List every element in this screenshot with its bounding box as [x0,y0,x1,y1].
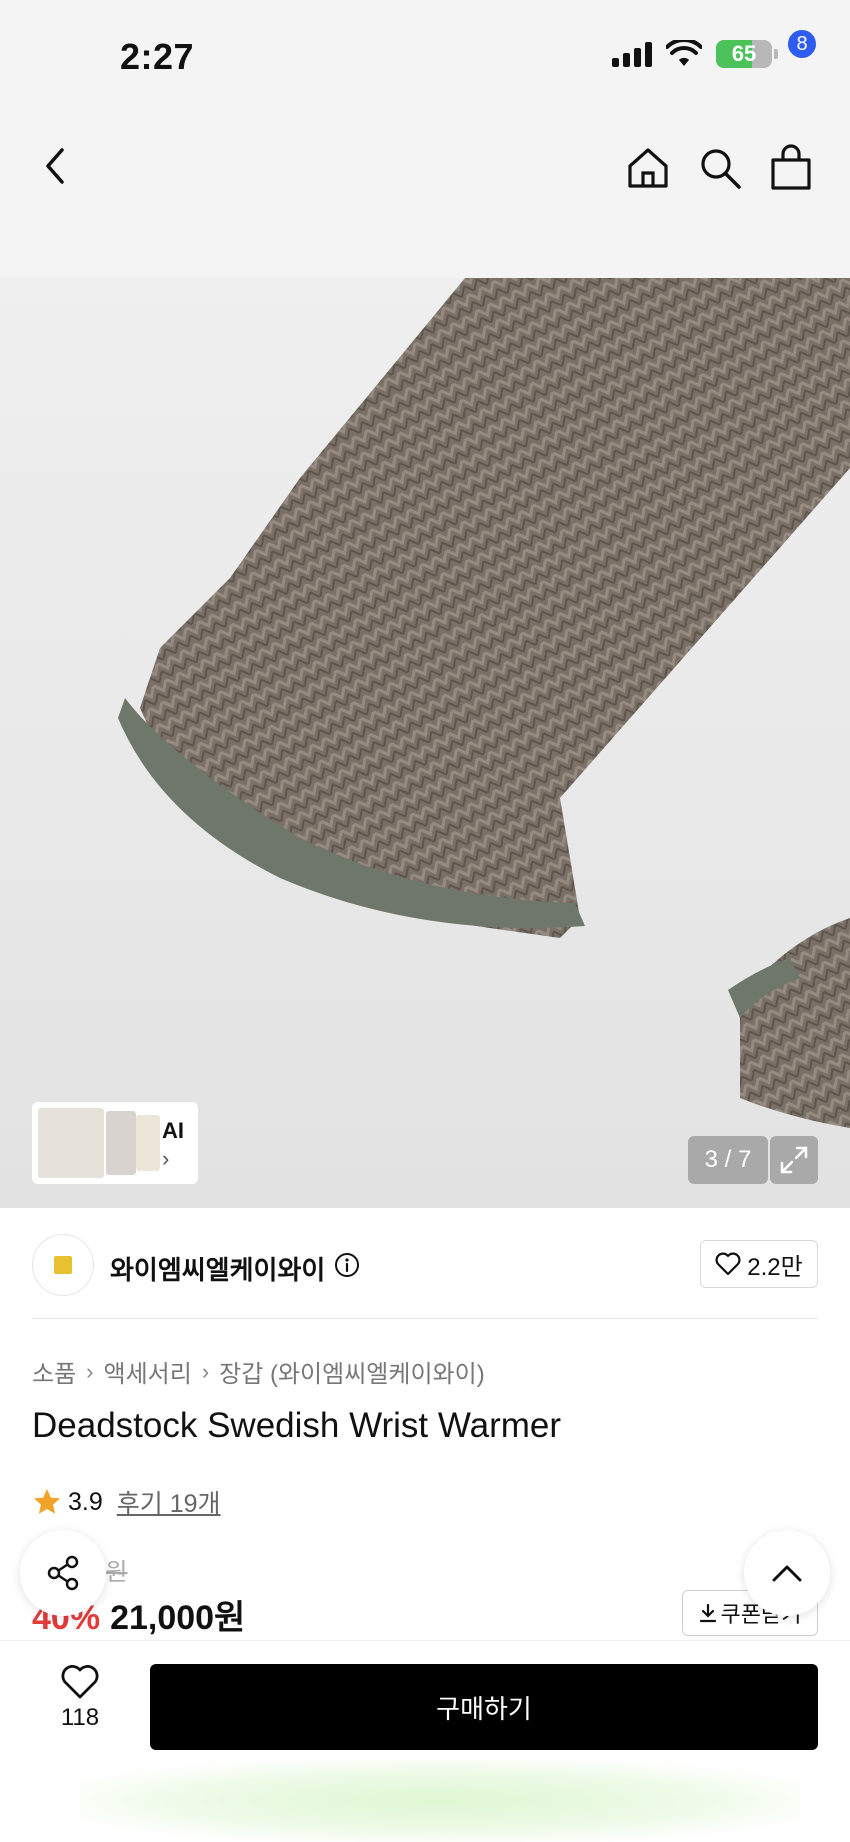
heart-icon [61,1665,99,1699]
thumbnail-item [136,1115,160,1171]
sale-price: 21,000원 [110,1599,246,1637]
search-icon[interactable] [698,146,742,190]
arrow-up-icon [772,1565,802,1582]
wifi-icon [666,40,702,66]
seller-row: 와이엠씨엘케이와이 2.2만 [0,1208,850,1318]
image-pager: 3 / 7 [688,1136,768,1184]
seller-logo-mark [54,1256,72,1274]
breadcrumb-separator: › [86,1358,94,1384]
breadcrumb-item-gloves[interactable]: 장갑 (와이엠씨엘케이와이) [219,1354,485,1389]
scroll-top-button[interactable] [744,1530,830,1616]
breadcrumb: 소품 › 액세서리 › 장갑 (와이엠씨엘케이와이) [32,1354,485,1389]
download-icon [699,1603,716,1623]
share-button[interactable] [20,1530,106,1616]
status-time: 2:27 [120,36,195,77]
seller-like-button[interactable]: 2.2만 [700,1240,818,1288]
bottom-glow [80,1760,800,1842]
status-icons: 65 [612,40,778,68]
star-icon [34,1489,60,1514]
wishlist-count: 118 [60,1704,100,1731]
cart-count-badge: 8 [786,28,818,60]
seller-logo[interactable] [32,1234,94,1296]
signal-icon [612,41,652,67]
breadcrumb-item-small-goods[interactable]: 소품 [32,1354,76,1389]
status-bar: 2:27 65 [0,0,850,110]
thumbnail-gloves [38,1108,104,1178]
chevron-right-icon: › [162,1146,170,1171]
expand-icon[interactable] [770,1136,818,1184]
top-nav-bar [0,110,850,278]
breadcrumb-separator: › [201,1358,210,1384]
divider [32,1318,818,1319]
home-icon[interactable] [626,146,670,190]
share-icon [47,1555,79,1591]
buy-button[interactable]: 구매하기 [150,1664,818,1750]
battery-icon: 65 [716,40,772,68]
ai-label[interactable]: AI [162,1118,184,1144]
rating-value: 3.9 [68,1487,103,1516]
product-title: Deadstock Swedish Wrist Warmer [32,1406,562,1445]
wishlist-button[interactable]: 118 [40,1664,120,1744]
thumbnail-model [106,1111,136,1175]
wrist-warmer-photo [118,278,850,1128]
battery-level: 65 [731,41,757,66]
back-icon[interactable] [36,142,76,190]
review-count-link[interactable]: 후기 19개 [117,1484,221,1520]
cart-icon[interactable] [768,144,814,192]
breadcrumb-item-accessories[interactable]: 액세서리 [104,1354,192,1389]
info-icon[interactable] [334,1252,360,1278]
product-image[interactable] [0,278,850,1208]
seller-name[interactable]: 와이엠씨엘케이와이 [110,1250,325,1287]
seller-like-count: 2.2만 [747,1253,803,1281]
rating-row: 3.9 후기 19개 [32,1484,221,1520]
heart-icon [715,1252,741,1276]
